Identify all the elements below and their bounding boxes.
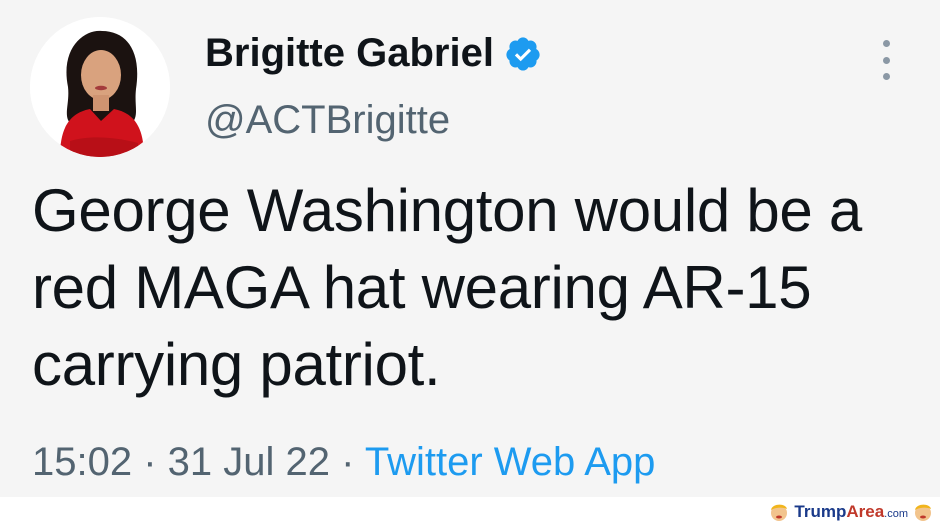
watermark-dotcom: .com <box>884 508 908 520</box>
watermark: TrumpArea.com <box>768 500 934 524</box>
avatar[interactable] <box>30 17 170 157</box>
tweet-card: Brigitte Gabriel @ACTBrigitte George Was… <box>0 0 940 497</box>
more-options-button[interactable] <box>876 40 896 80</box>
user-handle[interactable]: @ACTBrigitte <box>205 98 450 143</box>
tweet-source-link[interactable]: Twitter Web App <box>365 440 656 484</box>
watermark-trump: Trump <box>794 502 847 521</box>
tweet-meta: 15:02 · 31 Jul 22 · Twitter Web App <box>32 440 655 485</box>
more-vertical-icon-dot <box>882 73 890 80</box>
verified-badge-icon <box>504 35 542 73</box>
trump-face-icon <box>915 504 931 521</box>
tweet-date[interactable]: 31 Jul 22 <box>168 440 330 484</box>
more-vertical-icon <box>882 40 890 47</box>
separator: · <box>341 440 365 484</box>
tweet-text: George Washington would be a red MAGA ha… <box>32 177 862 398</box>
trump-face-icon <box>771 504 788 521</box>
more-vertical-icon-dot <box>882 56 890 64</box>
avatar-image <box>30 17 170 157</box>
watermark-area: Area <box>846 502 885 521</box>
tweet-time[interactable]: 15:02 <box>32 440 132 484</box>
display-name[interactable]: Brigitte Gabriel <box>205 31 542 76</box>
display-name-text: Brigitte Gabriel <box>205 31 494 75</box>
separator: · <box>143 440 168 484</box>
